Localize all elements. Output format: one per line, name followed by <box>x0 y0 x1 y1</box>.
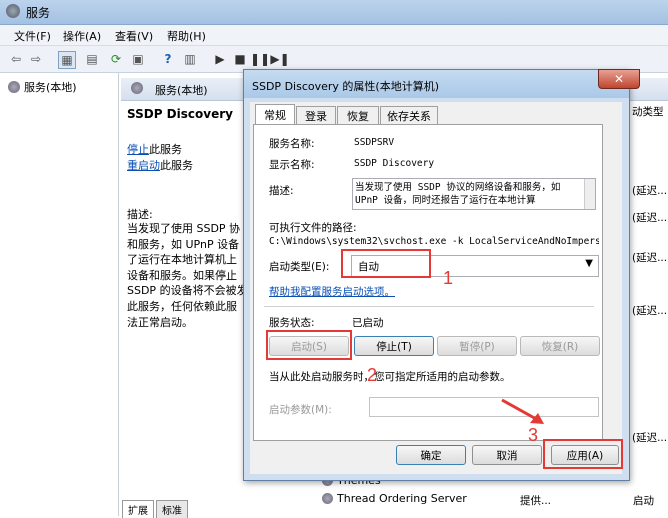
description-label: 描述: <box>127 208 153 221</box>
properties-dialog: SSDP Discovery 的属性(本地计算机) ✕ 常规 登录 恢复 依存关… <box>243 69 640 481</box>
dialog-title: SSDP Discovery 的属性(本地计算机) <box>252 80 439 93</box>
description-line: 法正常启动。 <box>127 315 193 329</box>
exe-path-value: C:\Windows\system32\svchost.exe -k Local… <box>269 236 599 247</box>
description-line: 当发现了使用 SSDP 协 <box>127 222 241 235</box>
start-params-hint: 当从此处启动服务时，您可指定所适用的启动参数。 <box>269 371 511 383</box>
annotation-box-apply <box>543 439 623 469</box>
play-icon[interactable]: ▶ <box>212 51 228 67</box>
display-name-label: 显示名称: <box>269 159 315 171</box>
pause-icon[interactable]: ❚❚ <box>250 51 270 67</box>
stop-icon[interactable]: ■ <box>232 51 248 67</box>
restart-service-link[interactable]: 重启动 <box>127 159 160 172</box>
description-text: 当发现了使用 SSDP 协 和服务，如 UPnP 设备 了运行在本地计算机上 设… <box>127 221 248 330</box>
tab-recovery[interactable]: 恢复 <box>337 106 379 125</box>
service-startup-cell: 启动 <box>633 495 654 507</box>
annotation-box-start <box>266 330 352 360</box>
resume-button[interactable]: 恢复(R) <box>520 336 600 356</box>
service-name-cell: Thread Ordering Server <box>337 492 467 505</box>
help-icon[interactable]: ? <box>160 51 176 67</box>
services-gear-icon <box>8 81 20 93</box>
tree-item-services-local[interactable]: 服务(本地) <box>8 79 77 95</box>
annotation-number-1: 1 <box>443 268 454 288</box>
app-gear-icon <box>6 4 20 18</box>
view-tabs: 扩展 标准 <box>122 500 188 518</box>
dialog-titlebar[interactable]: SSDP Discovery 的属性(本地计算机) <box>244 70 629 98</box>
window-titlebar: 服务 <box>0 0 668 25</box>
description-line: 此服务，任何依赖此服 <box>127 299 237 313</box>
show-tree-icon[interactable]: ▦ <box>58 51 76 69</box>
restart-suffix: 此服务 <box>160 159 193 172</box>
annotation-number-2: 2 <box>367 365 378 385</box>
annotation-number-3: 3 <box>528 425 539 445</box>
description-line: 和服务，如 UPnP 设备 <box>127 237 240 251</box>
pause-button[interactable]: 暂停(P) <box>437 336 517 356</box>
service-gear-icon <box>322 493 333 504</box>
ok-button[interactable]: 确定 <box>396 445 466 465</box>
refresh-icon[interactable]: ⟳ <box>108 51 124 67</box>
menu-view[interactable]: 查看(V) <box>115 28 153 44</box>
display-name-value: SSDP Discovery <box>354 158 435 169</box>
service-name-label: 服务名称: <box>269 138 315 150</box>
divider <box>264 306 594 307</box>
stop-service-line: 停止此服务 <box>127 141 182 157</box>
start-params-label: 启动参数(M): <box>269 404 332 416</box>
restart-service-line: 重启动此服务 <box>127 157 193 173</box>
forward-arrow-icon[interactable]: ⇨ <box>28 51 44 67</box>
restart-icon[interactable]: ▶❚ <box>270 51 289 67</box>
tab-dependencies[interactable]: 依存关系 <box>380 106 438 125</box>
stop-service-link[interactable]: 停止 <box>127 143 149 156</box>
back-arrow-icon[interactable]: ⇦ <box>8 51 24 67</box>
list-cell-startup-type: (延迟... <box>632 185 668 197</box>
dialog-body: 常规 登录 恢复 依存关系 服务名称: SSDPSRV 显示名称: SSDP D… <box>250 102 622 474</box>
stop-button[interactable]: 停止(T) <box>354 336 434 356</box>
service-status-label: 服务状态: <box>269 317 315 329</box>
services-gear-icon <box>131 82 143 94</box>
description-line: 设备和服务。如果停止 <box>127 268 237 282</box>
dialog-close-button[interactable]: ✕ <box>598 69 640 89</box>
menu-file[interactable]: 文件(F) <box>14 28 51 44</box>
pane-header-title: 服务(本地) <box>155 84 208 97</box>
description-text: 当发现了使用 SSDP 协议的网络设备和服务，如 UPnP 设备，同时还报告了运… <box>355 182 561 206</box>
list-cell-startup-type: (延迟... <box>632 305 668 317</box>
service-desc-cell: 提供... <box>520 495 552 507</box>
description-line: 了运行在本地计算机上 <box>127 253 237 267</box>
list-cell-startup-type: (延迟... <box>632 252 668 264</box>
startup-type-label: 启动类型(E): <box>269 261 330 273</box>
menu-bar: 文件(F) 操作(A) 查看(V) 帮助(H) <box>0 25 668 46</box>
exe-path-label: 可执行文件的路径: <box>269 222 357 234</box>
console-tree: 服务(本地) <box>0 73 119 516</box>
console-icon[interactable]: ▥ <box>182 51 198 67</box>
stop-suffix: 此服务 <box>149 143 182 156</box>
table-row[interactable]: Thread Ordering Server <box>322 492 467 505</box>
tab-standard[interactable]: 标准 <box>156 500 188 518</box>
description-textbox[interactable]: 当发现了使用 SSDP 协议的网络设备和服务，如 UPnP 设备，同时还报告了运… <box>352 178 596 210</box>
list-cell-startup-type: (延迟... <box>632 212 668 224</box>
tab-logon[interactable]: 登录 <box>296 106 336 125</box>
annotation-box-startup-type <box>341 249 431 278</box>
tree-item-label: 服务(本地) <box>24 81 77 94</box>
tab-extended[interactable]: 扩展 <box>122 500 154 518</box>
description-label: 描述: <box>269 185 294 197</box>
description-line: SSDP 的设备将不会被发 <box>127 284 248 298</box>
window-title: 服务 <box>26 6 51 20</box>
properties-sheet-icon[interactable]: ▤ <box>84 51 100 67</box>
menu-action[interactable]: 操作(A) <box>63 28 101 44</box>
export-list-icon[interactable]: ▣ <box>130 51 146 67</box>
tab-panel-general: 服务名称: SSDPSRV 显示名称: SSDP Discovery 描述: 当… <box>253 124 603 441</box>
service-status-value: 已启动 <box>352 317 384 329</box>
tab-general[interactable]: 常规 <box>255 104 295 125</box>
help-configure-link[interactable]: 帮助我配置服务启动选项。 <box>269 284 395 299</box>
column-header-startup-type[interactable]: 动类型 <box>632 104 664 119</box>
service-name-value: SSDPSRV <box>354 137 395 148</box>
start-params-input[interactable] <box>369 397 599 417</box>
annotation-arrow-icon <box>501 398 544 424</box>
chevron-down-icon: ▼ <box>585 258 593 269</box>
service-title: SSDP Discovery <box>127 107 233 121</box>
cancel-button[interactable]: 取消 <box>472 445 542 465</box>
menu-help[interactable]: 帮助(H) <box>167 28 206 44</box>
list-cell-startup-type: (延迟... <box>632 432 668 444</box>
description-scrollbar[interactable] <box>584 179 595 209</box>
